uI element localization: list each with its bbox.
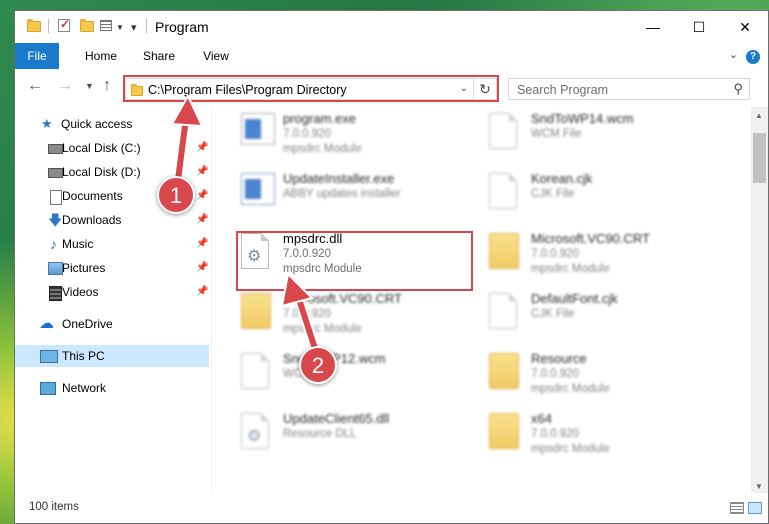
callout-step-1: 1 — [157, 176, 195, 214]
arrow-2 — [280, 271, 323, 363]
callout-step-2: 2 — [299, 346, 337, 384]
arrow-1 — [170, 93, 204, 185]
annotation-arrows — [170, 93, 323, 363]
